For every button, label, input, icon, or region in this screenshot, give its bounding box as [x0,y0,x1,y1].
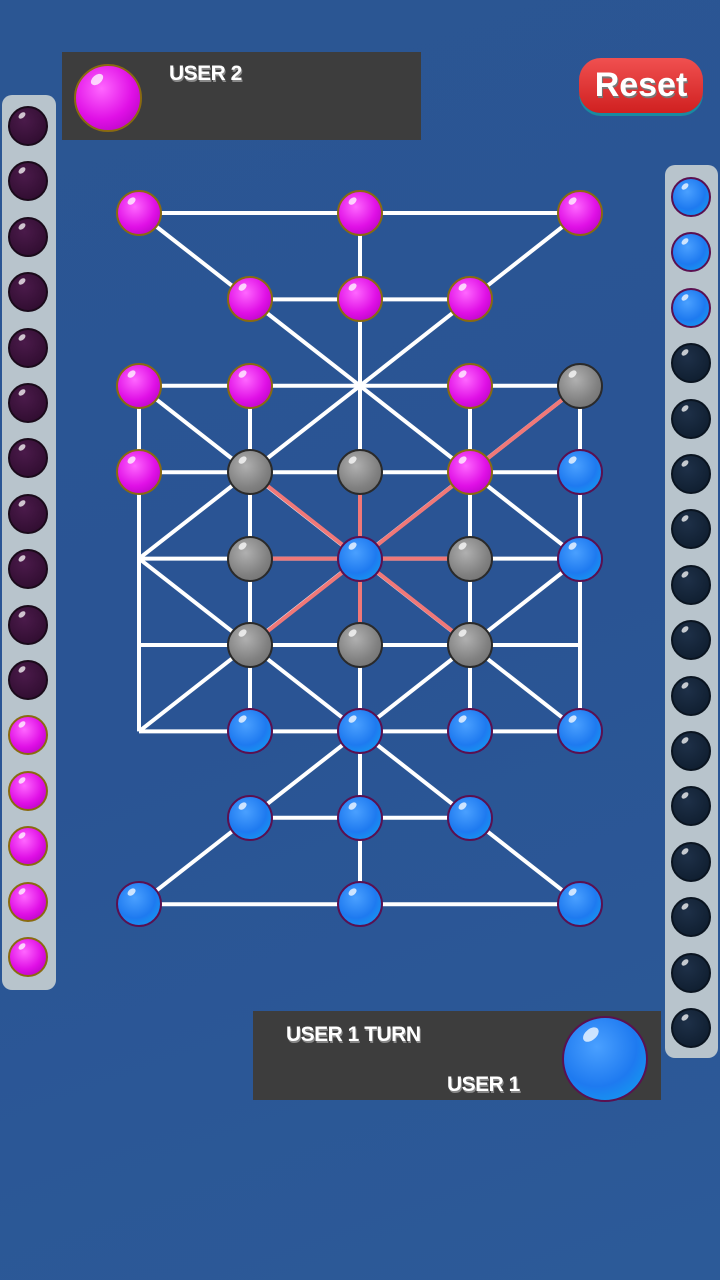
user1-piece[interactable] [557,449,603,496]
empty-move-target[interactable] [337,449,383,496]
user2-piece[interactable] [447,449,493,496]
user2-piece[interactable] [116,190,162,236]
user2-piece[interactable] [557,190,603,236]
user1-piece[interactable] [227,794,273,841]
selected-piece[interactable] [337,535,383,582]
user1-panel: USER 1 TURN USER 1 [253,1011,661,1102]
user1-piece[interactable] [557,881,603,928]
user2-piece[interactable] [116,449,162,496]
empty-move-target[interactable] [227,449,273,496]
empty-move-target[interactable] [447,535,493,582]
user1-piece[interactable] [337,881,383,928]
empty-move-target[interactable] [447,622,493,668]
user2-piece[interactable] [116,362,162,409]
user1-piece[interactable] [337,794,383,841]
empty-move-target[interactable] [227,535,273,582]
turn-indicator: USER 1 TURN [286,1023,421,1046]
empty-move-target[interactable] [227,622,273,668]
user1-piece[interactable] [447,794,493,841]
empty-move-target[interactable] [557,362,603,409]
user2-piece[interactable] [227,362,273,409]
user1-piece[interactable] [557,535,603,582]
user1-label: USER 1 [447,1073,520,1096]
user2-piece[interactable] [447,362,493,409]
user2-piece[interactable] [337,190,383,236]
empty-move-target[interactable] [337,622,383,668]
user1-piece[interactable] [116,881,162,928]
user1-piece-icon [562,1016,648,1102]
